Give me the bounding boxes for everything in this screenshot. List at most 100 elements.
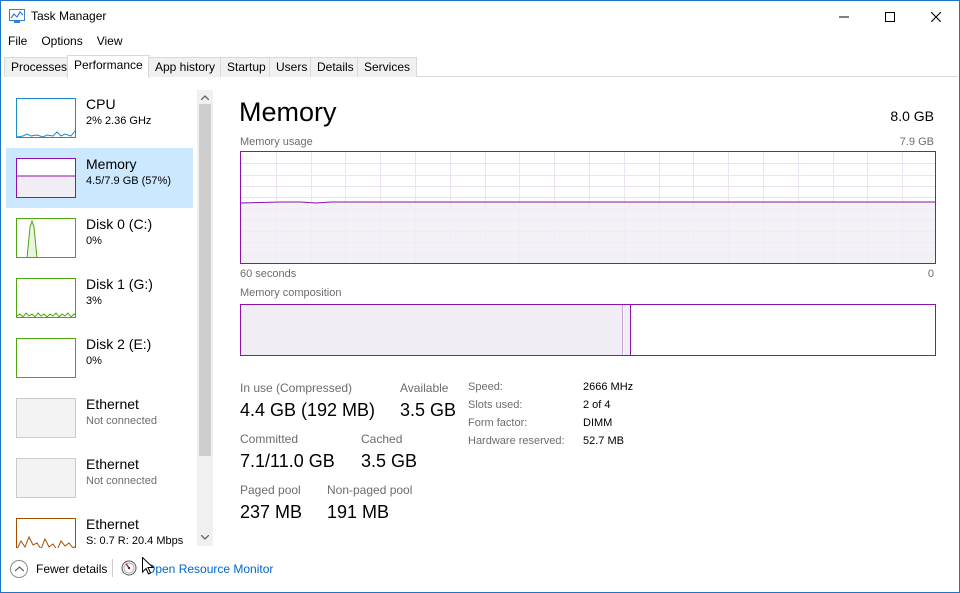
device-ethernet-3[interactable]: Ethernet S: 0.7 R: 20.4 Mbps xyxy=(6,508,193,548)
memory-usage-graph xyxy=(240,151,936,264)
open-resource-monitor-link[interactable]: Open Resource Monitor xyxy=(146,562,273,576)
device-disk-0[interactable]: Disk 0 (C:) 0% xyxy=(6,208,193,268)
page-title: Memory xyxy=(239,97,337,127)
tab-app-history[interactable]: App history xyxy=(148,57,223,77)
hardware-reserved-value: 52.7 MB xyxy=(583,435,624,447)
maximize-icon xyxy=(885,11,895,22)
device-status: 3% xyxy=(86,295,102,307)
mouse-pointer-icon xyxy=(142,557,154,575)
hardware-reserved-label: Hardware reserved: xyxy=(468,435,565,447)
memory-mini-graph xyxy=(17,175,75,197)
footer-bar: Fewer details Open Resource Monitor xyxy=(1,553,959,592)
usage-graph-label: Memory usage xyxy=(240,136,313,148)
composition-in-use xyxy=(241,305,623,355)
maximize-button[interactable] xyxy=(867,1,913,32)
form-factor-label: Form factor: xyxy=(468,417,528,429)
chevron-up-icon xyxy=(201,94,209,100)
device-status: 4.5/7.9 GB (57%) xyxy=(86,175,171,187)
resource-monitor-icon[interactable] xyxy=(121,560,137,576)
device-cpu[interactable]: CPU 2% 2.36 GHz xyxy=(6,88,193,148)
ethernet-2-thumbnail xyxy=(16,458,76,498)
tab-strip: Processes Performance App history Startu… xyxy=(4,55,958,78)
device-name: Ethernet xyxy=(86,396,139,412)
device-disk-2[interactable]: Disk 2 (E:) 0% xyxy=(6,328,193,388)
close-button[interactable] xyxy=(913,1,959,32)
scroll-down-button[interactable] xyxy=(197,530,213,544)
available-label: Available xyxy=(400,381,449,395)
tab-users[interactable]: Users xyxy=(269,57,315,77)
chevron-down-icon xyxy=(201,534,209,540)
usage-area xyxy=(241,202,935,263)
minimize-icon xyxy=(839,16,849,17)
committed-label: Committed xyxy=(240,432,299,446)
device-ethernet-2[interactable]: Ethernet Not connected xyxy=(6,448,193,508)
scroll-thumb[interactable] xyxy=(199,104,211,456)
device-status: Not connected xyxy=(86,415,157,427)
task-manager-app-icon xyxy=(9,9,25,23)
available-value: 3.5 GB xyxy=(400,400,457,420)
scroll-up-button[interactable] xyxy=(197,90,213,104)
device-status: 0% xyxy=(86,355,102,367)
ethernet-1-thumbnail xyxy=(16,398,76,438)
speed-value: 2666 MHz xyxy=(583,381,634,393)
non-paged-pool-value: 191 MB xyxy=(327,502,390,522)
speed-label: Speed: xyxy=(468,381,503,393)
device-disk-1[interactable]: Disk 1 (G:) 3% xyxy=(6,268,193,328)
cached-value: 3.5 GB xyxy=(361,451,418,471)
committed-value: 7.1/11.0 GB xyxy=(240,451,335,471)
menu-file[interactable]: File xyxy=(1,32,34,52)
title-bar: Task Manager xyxy=(1,1,959,32)
disk-1-mini-graph xyxy=(17,312,75,317)
cpu-thumbnail xyxy=(16,98,76,138)
form-factor-value: DIMM xyxy=(583,417,613,429)
minimize-button[interactable] xyxy=(821,1,867,32)
device-status: Not connected xyxy=(86,475,157,487)
device-status: 0% xyxy=(86,235,102,247)
cached-label: Cached xyxy=(361,432,403,446)
ethernet-3-mini-graph xyxy=(17,535,75,548)
ethernet-3-thumbnail xyxy=(16,518,76,548)
menu-options[interactable]: Options xyxy=(34,32,89,52)
tab-startup[interactable]: Startup xyxy=(220,57,273,77)
device-name: Ethernet xyxy=(86,516,139,532)
device-list: CPU 2% 2.36 GHz Memory 4.5/7.9 GB (57%) … xyxy=(2,78,214,548)
disk-0-thumbnail xyxy=(16,218,76,258)
disk-2-thumbnail xyxy=(16,338,76,378)
device-name: Disk 2 (E:) xyxy=(86,336,152,352)
fewer-details-button[interactable] xyxy=(10,560,28,578)
footer-divider xyxy=(112,559,113,577)
disk-0-mini-graph xyxy=(26,219,38,257)
usage-graph-max: 7.9 GB xyxy=(899,136,934,148)
tab-processes[interactable]: Processes xyxy=(4,57,75,77)
chevron-up-icon xyxy=(14,566,24,572)
device-status: 2% 2.36 GHz xyxy=(86,115,152,127)
device-status: S: 0.7 R: 20.4 Mbps xyxy=(86,535,184,547)
cpu-mini-graph xyxy=(17,130,75,137)
total-memory: 8.0 GB xyxy=(890,108,934,124)
window-title: Task Manager xyxy=(31,9,107,23)
device-memory[interactable]: Memory 4.5/7.9 GB (57%) xyxy=(6,148,193,208)
memory-thumbnail xyxy=(16,158,76,198)
composition-label: Memory composition xyxy=(240,287,342,299)
device-list-scrollbar[interactable] xyxy=(197,90,213,546)
menu-bar: File Options View xyxy=(1,32,130,52)
menu-view[interactable]: View xyxy=(90,32,130,52)
device-name: Memory xyxy=(86,156,137,172)
device-name: Disk 1 (G:) xyxy=(86,276,153,292)
device-name: Ethernet xyxy=(86,456,139,472)
tab-details[interactable]: Details xyxy=(310,57,361,77)
slots-used-value: 2 of 4 xyxy=(583,399,611,411)
task-manager-window: Task Manager File Options View Processes… xyxy=(0,0,960,593)
in-use-value: 4.4 GB (192 MB) xyxy=(240,400,376,420)
time-axis-start: 60 seconds xyxy=(240,268,297,280)
slots-used-label: Slots used: xyxy=(468,399,523,411)
paged-pool-value: 237 MB xyxy=(240,502,303,522)
tab-services[interactable]: Services xyxy=(357,57,418,77)
paged-pool-label: Paged pool xyxy=(240,483,301,497)
device-ethernet-1[interactable]: Ethernet Not connected xyxy=(6,388,193,448)
in-use-label: In use (Compressed) xyxy=(240,381,353,395)
memory-composition-bar xyxy=(240,304,936,356)
fewer-details-link[interactable]: Fewer details xyxy=(36,562,107,576)
tab-performance[interactable]: Performance xyxy=(67,55,150,78)
device-name: CPU xyxy=(86,96,116,112)
